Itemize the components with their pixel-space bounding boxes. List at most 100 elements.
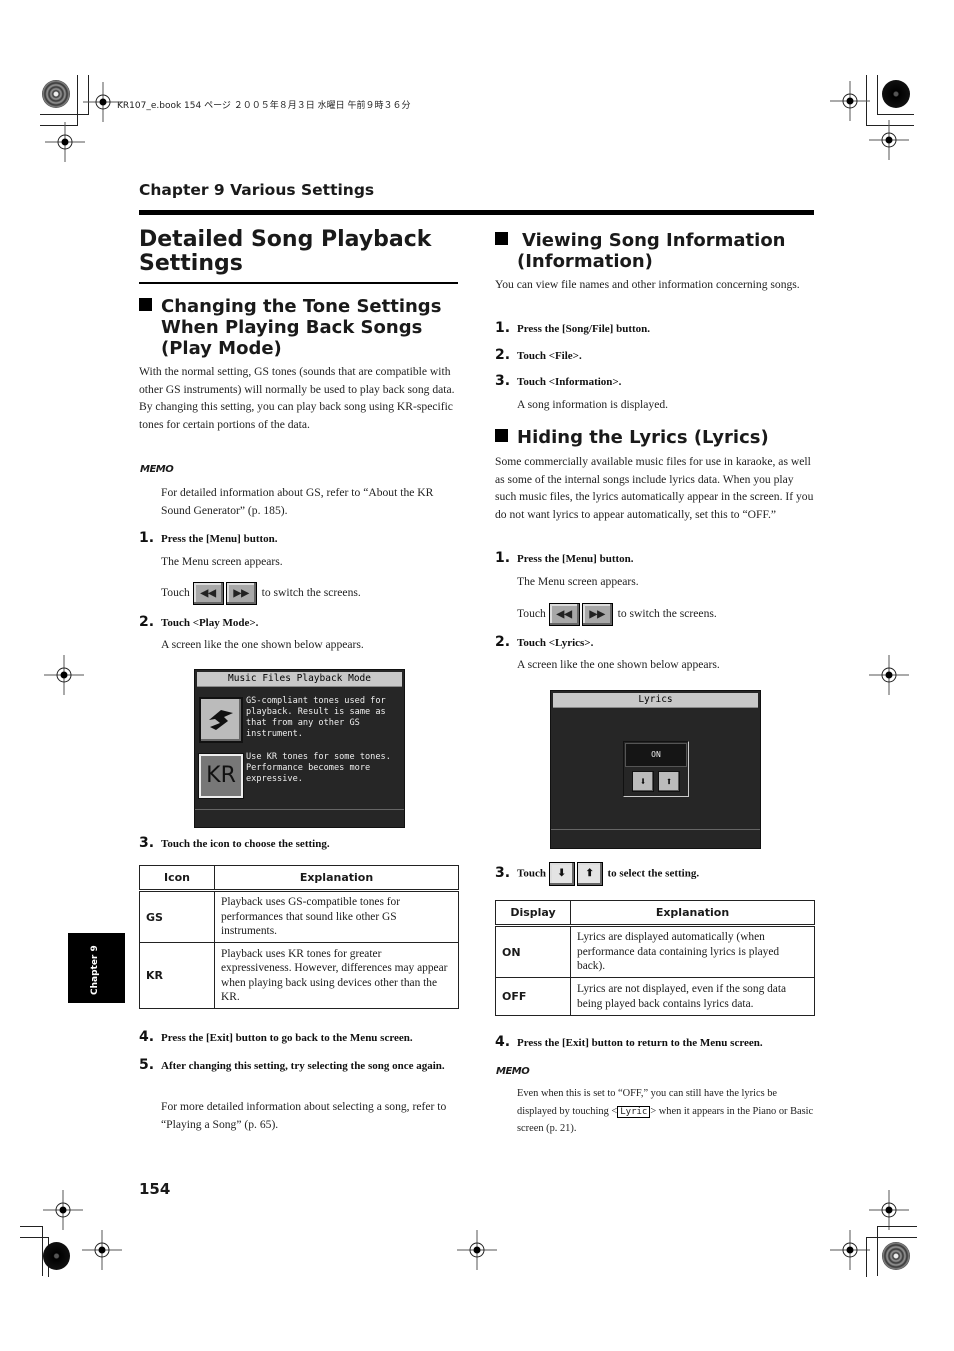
- icon-explanation-table: Icon Explanation GS Playback uses GS-com…: [139, 865, 459, 1009]
- chapter-rule: [139, 210, 814, 215]
- registration-target-icon: [882, 80, 910, 108]
- section-heading-information: Viewing Song Information (Information): [495, 230, 825, 272]
- title-rule: [139, 282, 458, 284]
- table-row: ON Lyrics are displayed automatically (w…: [495, 925, 815, 978]
- lyrics-step-2-note: A screen like the one shown below appear…: [517, 658, 720, 671]
- column-header: Display: [495, 900, 571, 927]
- lyrics-value-panel: ON ⬇ ⬆: [623, 741, 689, 797]
- info-step-2: 2. Touch <File>.: [495, 347, 582, 363]
- step-2: 2. Touch <Play Mode>.: [139, 614, 259, 630]
- lyric-button-icon: Lyric: [617, 1105, 651, 1118]
- touch-switch-line: Touch ◀◀ ▶▶ to switch the screens.: [517, 603, 717, 626]
- chapter-heading: Chapter 9 Various Settings: [139, 181, 375, 199]
- down-arrow-icon: ⬇: [639, 775, 647, 788]
- info-step-3: 3. Touch <Information>.: [495, 373, 622, 389]
- table-cell-desc: Lyrics are not displayed, even if the so…: [570, 977, 815, 1016]
- rewind-icon: ◀◀: [200, 588, 216, 599]
- section-heading-lyrics: Hiding the Lyrics (Lyrics): [495, 427, 825, 448]
- memo-text: For detailed information about GS, refer…: [161, 486, 434, 517]
- touch-switch-line: Touch ◀◀ ▶▶ to switch the screens.: [161, 582, 361, 605]
- lyrics-intro: Some commercially available music files …: [495, 455, 814, 521]
- registration-target-icon: [43, 1242, 70, 1270]
- table-row: GS Playback uses GS-compatible tones for…: [139, 890, 459, 943]
- table-cell-desc: Playback uses KR tones for greater expre…: [214, 942, 459, 1009]
- step-5-note: For more detailed information about sele…: [161, 1100, 447, 1131]
- screen-title: Lyrics: [553, 693, 758, 708]
- next-screen-button[interactable]: ▶▶: [581, 603, 613, 626]
- lyrics-step-1: 1. Press the [Menu] button.: [495, 550, 634, 566]
- table-cell-desc: Playback uses GS-compatible tones for pe…: [214, 890, 459, 943]
- crosshair-icon: [869, 655, 909, 695]
- up-arrow-icon: ⬆: [585, 868, 594, 879]
- previous-screen-button[interactable]: ◀◀: [192, 582, 224, 605]
- rewind-icon: ◀◀: [556, 609, 572, 620]
- play-mode-intro: With the normal setting, GS tones (sound…: [139, 365, 455, 431]
- screen-title: Music Files Playback Mode: [197, 672, 402, 687]
- next-screen-button[interactable]: ▶▶: [225, 582, 257, 605]
- up-button[interactable]: ⬆: [576, 862, 603, 886]
- side-tab-rule: [124, 933, 125, 1003]
- column-header: Icon: [139, 865, 215, 892]
- column-header: Explanation: [214, 865, 459, 892]
- crosshair-icon: [869, 120, 909, 160]
- registration-target-icon: [42, 80, 70, 108]
- chapter-side-tab: Chapter 9: [68, 933, 124, 1003]
- step-5: 5. After changing this setting, try selec…: [139, 1057, 445, 1073]
- memo-icon: MEMO: [496, 1066, 530, 1077]
- gs-icon-button[interactable]: [199, 697, 243, 743]
- kr-icon-button[interactable]: KR: [198, 753, 244, 799]
- lyrics-step-3: 3. Touch ⬇ ⬆ to select the setting.: [495, 862, 699, 886]
- table-cell-desc: Lyrics are displayed automatically (when…: [570, 925, 815, 978]
- table-row: OFF Lyrics are not displayed, even if th…: [495, 977, 815, 1016]
- column-header: Explanation: [570, 900, 815, 927]
- lyrics-screen: Lyrics ON ⬇ ⬆: [550, 690, 761, 849]
- page-number: 154: [139, 1180, 171, 1198]
- screen-bottom-rule: [551, 829, 760, 830]
- crosshair-icon: [830, 81, 870, 121]
- info-step-1: 1. Press the [Song/File] button.: [495, 320, 651, 336]
- lyrics-value-display: ON: [625, 743, 687, 767]
- table-header-row: Display Explanation: [495, 900, 815, 927]
- page-title: Detailed Song Playback Settings: [139, 227, 432, 276]
- step-2-note: A screen like the one shown below appear…: [161, 638, 364, 651]
- step-1-note: The Menu screen appears.: [161, 555, 283, 568]
- crosshair-icon: [43, 1190, 83, 1230]
- info-step-3-note: A song information is displayed.: [517, 398, 669, 411]
- step-3: 3. Touch the icon to choose the setting.: [139, 835, 330, 851]
- square-bullet-icon: [495, 232, 508, 245]
- table-cell-key: GS: [139, 890, 215, 943]
- down-button[interactable]: ⬇: [548, 862, 575, 886]
- up-arrow-icon: ⬆: [665, 775, 673, 788]
- play-mode-screen: Music Files Playback Mode GS-compliant t…: [194, 669, 405, 828]
- down-arrow-icon: ⬇: [557, 868, 566, 879]
- step-4: 4. Press the [Exit] button to go back to …: [139, 1029, 413, 1045]
- crosshair-icon: [830, 1230, 870, 1270]
- registration-target-icon: [882, 1242, 910, 1270]
- fast-forward-icon: ▶▶: [233, 588, 249, 599]
- section-heading-play-mode: Changing the Tone Settings When Playing …: [139, 296, 469, 359]
- print-header: KR107_e.book 154 ページ ２００５年８月３日 水曜日 午前９時３…: [117, 101, 411, 111]
- screen-bottom-rule: [195, 809, 404, 810]
- table-row: KR Playback uses KR tones for greater ex…: [139, 942, 459, 1009]
- screen-up-button[interactable]: ⬆: [658, 771, 680, 792]
- fast-forward-icon: ▶▶: [589, 609, 605, 620]
- lyrics-step-1-note: The Menu screen appears.: [517, 575, 639, 588]
- lyrics-memo-text: Even when this is set to “OFF,” you can …: [517, 1088, 814, 1134]
- crosshair-icon: [82, 1230, 122, 1270]
- memo-icon: MEMO: [140, 464, 174, 475]
- lyrics-step-2: 2. Touch <Lyrics>.: [495, 634, 594, 650]
- screen-down-button[interactable]: ⬇: [632, 771, 654, 792]
- gs-description: GS-compliant tones used for playback. Re…: [246, 696, 386, 739]
- information-intro: You can view file names and other inform…: [495, 278, 800, 291]
- step-1: 1. Press the [Menu] button.: [139, 530, 278, 546]
- kr-description: Use KR tones for some tones. Performance…: [246, 752, 391, 784]
- lyrics-step-4: 4. Press the [Exit] button to return to t…: [495, 1034, 763, 1050]
- display-explanation-table: Display Explanation ON Lyrics are displa…: [495, 900, 815, 1016]
- square-bullet-icon: [495, 429, 508, 442]
- square-bullet-icon: [139, 298, 152, 311]
- previous-screen-button[interactable]: ◀◀: [548, 603, 580, 626]
- crosshair-icon: [869, 1190, 909, 1230]
- table-cell-key: KR: [139, 942, 215, 1009]
- table-cell-key: ON: [495, 925, 571, 978]
- crosshair-icon: [457, 1230, 497, 1270]
